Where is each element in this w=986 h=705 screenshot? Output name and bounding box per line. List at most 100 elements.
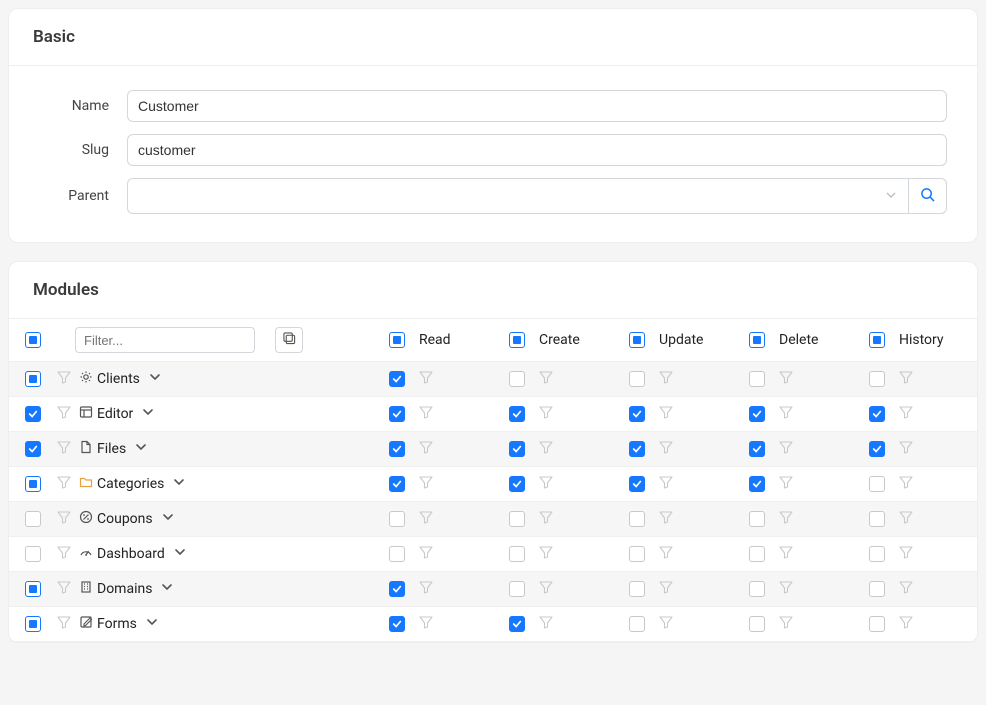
read-checkbox[interactable] (389, 371, 405, 387)
expand-chevron-icon[interactable] (141, 405, 155, 423)
row-checkbox[interactable] (25, 581, 41, 597)
parent-select[interactable] (127, 178, 909, 214)
filter-icon[interactable] (779, 510, 793, 528)
filter-icon[interactable] (779, 615, 793, 633)
select-all-checkbox[interactable] (25, 332, 41, 348)
filter-icon[interactable] (899, 405, 913, 423)
expand-chevron-icon[interactable] (134, 440, 148, 458)
filter-icon[interactable] (779, 405, 793, 423)
row-checkbox[interactable] (25, 441, 41, 457)
expand-chevron-icon[interactable] (145, 615, 159, 633)
filter-icon[interactable] (539, 580, 553, 598)
expand-chevron-icon[interactable] (172, 475, 186, 493)
update-checkbox[interactable] (629, 546, 645, 562)
filter-icon[interactable] (659, 580, 673, 598)
filter-icon[interactable] (57, 580, 71, 598)
filter-icon[interactable] (419, 475, 433, 493)
filter-icon[interactable] (779, 545, 793, 563)
history-checkbox[interactable] (869, 406, 885, 422)
filter-icon[interactable] (539, 615, 553, 633)
update-checkbox[interactable] (629, 616, 645, 632)
create-checkbox[interactable] (509, 371, 525, 387)
filter-icon[interactable] (899, 510, 913, 528)
read-checkbox[interactable] (389, 406, 405, 422)
filter-icon[interactable] (539, 440, 553, 458)
history-checkbox[interactable] (869, 441, 885, 457)
expand-chevron-icon[interactable] (160, 580, 174, 598)
row-checkbox[interactable] (25, 616, 41, 632)
filter-icon[interactable] (659, 405, 673, 423)
update-header-checkbox[interactable] (629, 332, 645, 348)
history-checkbox[interactable] (869, 371, 885, 387)
parent-search-button[interactable] (909, 178, 947, 214)
filter-icon[interactable] (779, 475, 793, 493)
filter-icon[interactable] (659, 440, 673, 458)
filter-input[interactable] (75, 327, 255, 353)
filter-icon[interactable] (539, 405, 553, 423)
filter-icon[interactable] (659, 545, 673, 563)
filter-icon[interactable] (899, 440, 913, 458)
read-header-checkbox[interactable] (389, 332, 405, 348)
delete-checkbox[interactable] (749, 546, 765, 562)
create-checkbox[interactable] (509, 616, 525, 632)
history-checkbox[interactable] (869, 476, 885, 492)
read-checkbox[interactable] (389, 581, 405, 597)
delete-checkbox[interactable] (749, 441, 765, 457)
filter-icon[interactable] (419, 405, 433, 423)
create-header-checkbox[interactable] (509, 332, 525, 348)
filter-icon[interactable] (659, 370, 673, 388)
delete-header-checkbox[interactable] (749, 332, 765, 348)
filter-icon[interactable] (57, 475, 71, 493)
read-checkbox[interactable] (389, 441, 405, 457)
history-checkbox[interactable] (869, 616, 885, 632)
filter-icon[interactable] (419, 580, 433, 598)
create-checkbox[interactable] (509, 581, 525, 597)
delete-checkbox[interactable] (749, 581, 765, 597)
row-checkbox[interactable] (25, 371, 41, 387)
filter-icon[interactable] (539, 510, 553, 528)
create-checkbox[interactable] (509, 441, 525, 457)
filter-icon[interactable] (419, 545, 433, 563)
expand-chevron-icon[interactable] (161, 510, 175, 528)
create-checkbox[interactable] (509, 546, 525, 562)
filter-icon[interactable] (419, 440, 433, 458)
row-checkbox[interactable] (25, 476, 41, 492)
filter-icon[interactable] (899, 545, 913, 563)
update-checkbox[interactable] (629, 476, 645, 492)
read-checkbox[interactable] (389, 546, 405, 562)
filter-icon[interactable] (419, 370, 433, 388)
filter-icon[interactable] (779, 370, 793, 388)
filter-icon[interactable] (419, 510, 433, 528)
delete-checkbox[interactable] (749, 406, 765, 422)
filter-icon[interactable] (659, 615, 673, 633)
copy-button[interactable] (275, 327, 303, 353)
delete-checkbox[interactable] (749, 616, 765, 632)
delete-checkbox[interactable] (749, 511, 765, 527)
filter-icon[interactable] (57, 440, 71, 458)
filter-icon[interactable] (659, 475, 673, 493)
history-checkbox[interactable] (869, 546, 885, 562)
delete-checkbox[interactable] (749, 476, 765, 492)
history-header-checkbox[interactable] (869, 332, 885, 348)
filter-icon[interactable] (57, 370, 71, 388)
read-checkbox[interactable] (389, 476, 405, 492)
update-checkbox[interactable] (629, 371, 645, 387)
row-checkbox[interactable] (25, 511, 41, 527)
read-checkbox[interactable] (389, 616, 405, 632)
filter-icon[interactable] (57, 405, 71, 423)
update-checkbox[interactable] (629, 406, 645, 422)
row-checkbox[interactable] (25, 546, 41, 562)
filter-icon[interactable] (539, 475, 553, 493)
name-input[interactable] (127, 90, 947, 122)
row-checkbox[interactable] (25, 406, 41, 422)
expand-chevron-icon[interactable] (173, 545, 187, 563)
history-checkbox[interactable] (869, 511, 885, 527)
create-checkbox[interactable] (509, 511, 525, 527)
update-checkbox[interactable] (629, 581, 645, 597)
update-checkbox[interactable] (629, 441, 645, 457)
delete-checkbox[interactable] (749, 371, 765, 387)
filter-icon[interactable] (899, 475, 913, 493)
filter-icon[interactable] (419, 615, 433, 633)
filter-icon[interactable] (539, 545, 553, 563)
filter-icon[interactable] (539, 370, 553, 388)
